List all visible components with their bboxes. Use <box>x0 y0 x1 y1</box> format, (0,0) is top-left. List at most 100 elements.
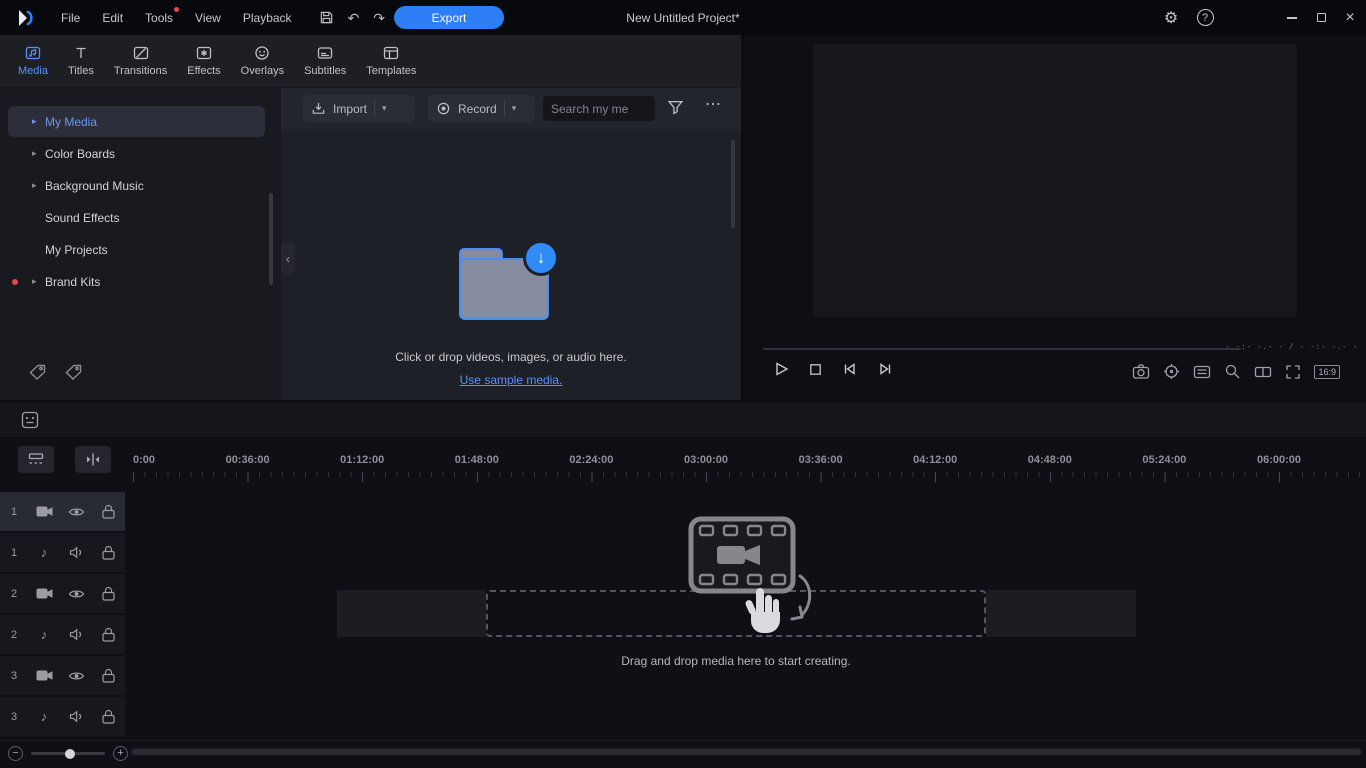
visibility-eye-icon[interactable] <box>60 670 92 682</box>
export-button[interactable]: Export <box>394 6 504 29</box>
speaker-icon[interactable] <box>60 710 92 723</box>
ruler-label: 01:48:00 <box>455 454 499 466</box>
lock-icon[interactable] <box>92 586 124 601</box>
zoom-in-button[interactable]: + <box>113 746 128 761</box>
collapse-panel-button[interactable]: ‹ <box>281 243 295 274</box>
target-icon[interactable] <box>1163 363 1180 380</box>
track-header-audio-3[interactable]: 3 ♪ <box>0 697 125 736</box>
track-header-video-2[interactable]: 2 <box>0 574 125 613</box>
help-icon[interactable]: ? <box>1190 0 1220 35</box>
snapshot-camera-icon[interactable] <box>1132 363 1150 380</box>
lock-icon[interactable] <box>92 545 124 560</box>
track-number: 2 <box>0 588 28 600</box>
tab-effects[interactable]: Effects <box>177 35 230 87</box>
sidebar-item-my-projects[interactable]: My Projects <box>8 234 265 265</box>
tab-templates[interactable]: Templates <box>356 35 426 87</box>
minimize-button[interactable] <box>1277 0 1307 35</box>
tag-icon[interactable] <box>64 363 83 382</box>
tab-label: Subtitles <box>304 65 346 77</box>
tab-media[interactable]: Media <box>8 35 58 87</box>
zoom-slider-thumb[interactable] <box>65 749 75 759</box>
preview-panel: - -:- -.- - / - -:- -.- - 16:9 <box>745 35 1366 400</box>
lock-icon[interactable] <box>92 627 124 642</box>
ruler-label: 03:00:00 <box>684 454 728 466</box>
clip-placeholder-right <box>986 590 1136 637</box>
speaker-icon[interactable] <box>60 628 92 641</box>
search-field[interactable] <box>551 102 647 116</box>
notification-dot <box>174 7 179 12</box>
overlays-tab-icon <box>254 45 270 61</box>
tag-icon[interactable] <box>28 363 47 382</box>
expand-arrow-icon: ▸ <box>32 276 45 287</box>
undo-icon[interactable]: ↶ <box>348 11 360 25</box>
visibility-eye-icon[interactable] <box>60 506 92 518</box>
previous-frame-button[interactable] <box>842 361 858 377</box>
media-category-list: ▸ My Media ▸ Color Boards ▸ Background M… <box>0 88 281 400</box>
sidebar-scrollbar[interactable] <box>269 193 273 285</box>
sidebar-item-my-media[interactable]: ▸ My Media <box>8 106 265 137</box>
menu-view[interactable]: View <box>184 0 232 35</box>
menu-edit[interactable]: Edit <box>91 0 134 35</box>
more-options-icon[interactable]: ⋯ <box>705 94 722 114</box>
next-frame-button[interactable] <box>877 361 893 377</box>
timeline-ruler[interactable]: 0:00 00:36:00 01:12:00 01:48:00 02:24:00… <box>130 454 1366 470</box>
sidebar-item-brand-kits[interactable]: ▸ Brand Kits <box>8 266 265 297</box>
menu-playback[interactable]: Playback <box>232 0 303 35</box>
tab-overlays[interactable]: Overlays <box>231 35 294 87</box>
timeline-view-icon[interactable] <box>16 406 44 434</box>
split-view-icon[interactable] <box>1254 364 1272 380</box>
redo-icon[interactable]: ↷ <box>373 11 385 25</box>
record-icon <box>436 101 451 116</box>
maximize-button[interactable] <box>1306 0 1336 35</box>
sample-media-link[interactable]: Use sample media. <box>281 373 741 387</box>
media-scrollbar[interactable] <box>731 140 735 228</box>
lock-icon[interactable] <box>92 709 124 724</box>
sidebar-item-color-boards[interactable]: ▸ Color Boards <box>8 138 265 169</box>
zoom-out-button[interactable]: − <box>8 746 23 761</box>
play-button[interactable] <box>773 361 789 377</box>
ruler-label: 01:12:00 <box>340 454 384 466</box>
sidebar-item-sound-effects[interactable]: Sound Effects <box>8 202 265 233</box>
speaker-icon[interactable] <box>60 546 92 559</box>
lock-icon[interactable] <box>92 504 124 519</box>
timeline-dropzone[interactable] <box>486 590 986 637</box>
lock-icon[interactable] <box>92 668 124 683</box>
track-options-button[interactable] <box>18 446 54 473</box>
visibility-eye-icon[interactable] <box>60 588 92 600</box>
zoom-icon[interactable] <box>1224 363 1241 380</box>
track-headers: 1 1 ♪ 2 2 ♪ 3 3 <box>0 492 125 738</box>
import-dropzone[interactable]: ↓ <box>459 238 559 328</box>
tab-titles[interactable]: Titles <box>58 35 104 87</box>
tab-subtitles[interactable]: Subtitles <box>294 35 356 87</box>
tab-transitions[interactable]: Transitions <box>104 35 177 87</box>
seek-bar[interactable] <box>763 348 1241 350</box>
close-button[interactable]: × <box>1335 0 1365 35</box>
snap-button[interactable] <box>75 446 111 473</box>
menu-file[interactable]: File <box>50 0 91 35</box>
video-camera-icon <box>28 669 60 682</box>
zoom-slider[interactable] <box>31 752 105 755</box>
ruler-label: 0:00 <box>133 454 155 466</box>
media-toolbar: Import ▾ Record ▾ ⋯ <box>281 88 741 130</box>
save-icon[interactable] <box>319 10 334 25</box>
search-input[interactable] <box>543 96 655 121</box>
timeline-toolbar <box>0 402 1366 438</box>
list-icon[interactable] <box>1193 364 1211 380</box>
fullscreen-icon[interactable] <box>1285 364 1301 380</box>
menu-tools[interactable]: Tools <box>134 0 184 35</box>
aspect-ratio-button[interactable]: 16:9 <box>1314 365 1340 379</box>
import-button[interactable]: Import ▾ <box>303 95 415 122</box>
project-title: New Untitled Project* <box>626 0 739 35</box>
tab-label: Titles <box>68 65 94 77</box>
track-header-audio-1[interactable]: 1 ♪ <box>0 533 125 572</box>
stop-button[interactable] <box>808 362 823 377</box>
filter-funnel-icon[interactable] <box>667 99 684 116</box>
timeline-horizontal-scrollbar[interactable] <box>130 747 1363 756</box>
timeline-panel: 0:00 00:36:00 01:12:00 01:48:00 02:24:00… <box>0 402 1366 768</box>
sidebar-item-background-music[interactable]: ▸ Background Music <box>8 170 265 201</box>
record-button[interactable]: Record ▾ <box>428 95 535 122</box>
track-header-audio-2[interactable]: 2 ♪ <box>0 615 125 654</box>
track-header-video-1[interactable]: 1 <box>0 492 125 531</box>
settings-gear-icon[interactable]: ⚙ <box>1156 0 1186 35</box>
scrollbar-thumb[interactable] <box>132 749 1361 755</box>
